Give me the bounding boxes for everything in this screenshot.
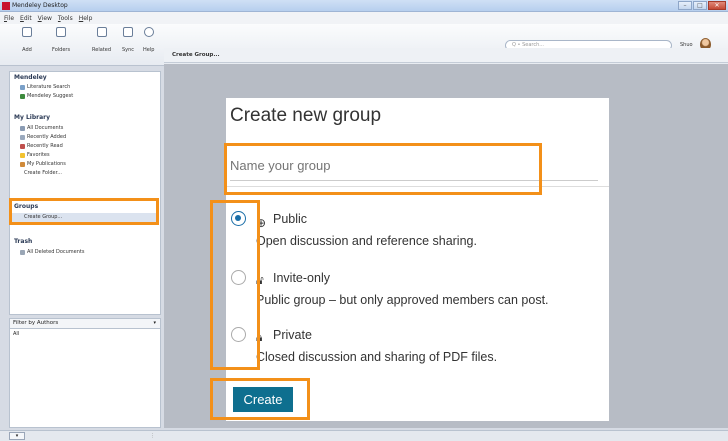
status-bar: ▾ ⋮ — [0, 430, 728, 441]
sidebar-item-my-publications[interactable]: My Publications — [20, 161, 66, 167]
title-bar: Mendeley Desktop – □ ✕ — [0, 0, 728, 12]
folders-button-label: Folders — [52, 47, 71, 53]
help-icon — [143, 27, 154, 37]
book-icon — [20, 143, 25, 149]
public-description: Open discussion and reference sharing. — [256, 234, 477, 248]
menu-view[interactable]: View — [38, 15, 52, 22]
related-button-label: Related — [92, 47, 111, 53]
filter-toggle-button[interactable]: ▾ — [9, 432, 25, 440]
sidebar-item-create-folder[interactable]: Create Folder... — [24, 170, 62, 176]
sidebar-item-label: All Documents — [27, 125, 64, 131]
sidebar-heading-trash: Trash — [14, 238, 33, 245]
sidebar-item-label: Favorites — [27, 152, 50, 158]
close-button[interactable]: ✕ — [708, 1, 726, 10]
sidebar-item-label: Create Folder... — [24, 170, 62, 176]
sidebar-item-label: My Publications — [27, 161, 66, 167]
folders-button[interactable]: Folders — [52, 27, 70, 53]
sidebar-item-all-deleted-documents[interactable]: All Deleted Documents — [20, 249, 85, 255]
star-icon — [20, 152, 25, 158]
sidebar-item-label: Mendeley Suggest — [27, 93, 74, 99]
invite-only-description: Public group – but only approved members… — [256, 293, 549, 307]
filter-dropdown[interactable]: Filter by Authors ▾ — [10, 319, 160, 329]
menu-tools[interactable]: Tools — [58, 15, 73, 22]
sidebar-heading-mendeley: Mendeley — [14, 74, 47, 81]
sidebar: Mendeley Literature Search Mendeley Sugg… — [9, 71, 161, 315]
help-button[interactable]: Help — [143, 27, 154, 53]
related-icon — [96, 27, 107, 37]
menu-edit[interactable]: Edit — [20, 15, 32, 22]
clock-icon — [20, 134, 25, 140]
resize-grip-icon[interactable]: ⋮ — [150, 433, 155, 439]
highlight-create-group — [9, 198, 159, 225]
add-document-icon — [22, 27, 32, 37]
add-button[interactable]: Add — [22, 27, 32, 53]
sidebar-item-favorites[interactable]: Favorites — [20, 152, 50, 158]
highlight-create-button — [210, 378, 310, 420]
window-title: Mendeley Desktop — [12, 2, 68, 9]
public-label: Public — [273, 212, 308, 226]
highlight-name-input — [224, 143, 542, 195]
chevron-down-icon: ▾ — [153, 320, 156, 326]
add-button-label: Add — [22, 47, 32, 53]
sync-button-label: Sync — [122, 47, 135, 53]
mendeley-logo-icon — [2, 2, 10, 10]
search-icon — [20, 84, 25, 90]
filter-panel: Filter by Authors ▾ All — [9, 318, 161, 428]
sidebar-item-mendeley-suggest[interactable]: Mendeley Suggest — [20, 93, 73, 99]
window-controls: – □ ✕ — [678, 1, 726, 10]
help-button-label: Help — [143, 47, 155, 53]
sidebar-item-recently-added[interactable]: Recently Added — [20, 134, 66, 140]
menu-help[interactable]: Help — [79, 15, 93, 22]
private-description: Closed discussion and sharing of PDF fil… — [256, 350, 498, 364]
breadcrumb: Create Group... — [172, 52, 220, 58]
filter-label: Filter by Authors — [13, 320, 59, 326]
sidebar-item-recently-read[interactable]: Recently Read — [20, 143, 63, 149]
invite-only-label: Invite-only — [273, 271, 330, 285]
minimize-button[interactable]: – — [678, 1, 692, 10]
documents-icon — [20, 125, 25, 131]
sidebar-item-label: Recently Read — [27, 143, 63, 149]
filter-item-all[interactable]: All — [10, 331, 160, 337]
sidebar-item-label: All Deleted Documents — [27, 249, 85, 255]
related-button[interactable]: Related — [92, 27, 111, 53]
main-header: Create Group... — [164, 48, 728, 63]
maximize-button[interactable]: □ — [693, 1, 707, 10]
folder-icon — [56, 27, 67, 37]
trash-icon — [20, 249, 25, 255]
menu-bar: File Edit View Tools Help — [0, 12, 728, 24]
highlight-radio-options — [210, 200, 260, 370]
dialog-title: Create new group — [230, 105, 382, 126]
sync-button[interactable]: Sync — [122, 27, 134, 53]
sidebar-item-label: Recently Added — [27, 134, 67, 140]
menu-file[interactable]: File — [4, 15, 14, 22]
person-icon — [20, 161, 25, 167]
suggest-icon — [20, 93, 25, 99]
sync-icon — [123, 27, 134, 37]
sidebar-heading-my-library: My Library — [14, 114, 51, 121]
sidebar-item-all-documents[interactable]: All Documents — [20, 125, 63, 131]
sidebar-item-label: Literature Search — [27, 84, 71, 90]
sidebar-item-literature-search[interactable]: Literature Search — [20, 84, 70, 90]
private-label: Private — [273, 328, 312, 342]
